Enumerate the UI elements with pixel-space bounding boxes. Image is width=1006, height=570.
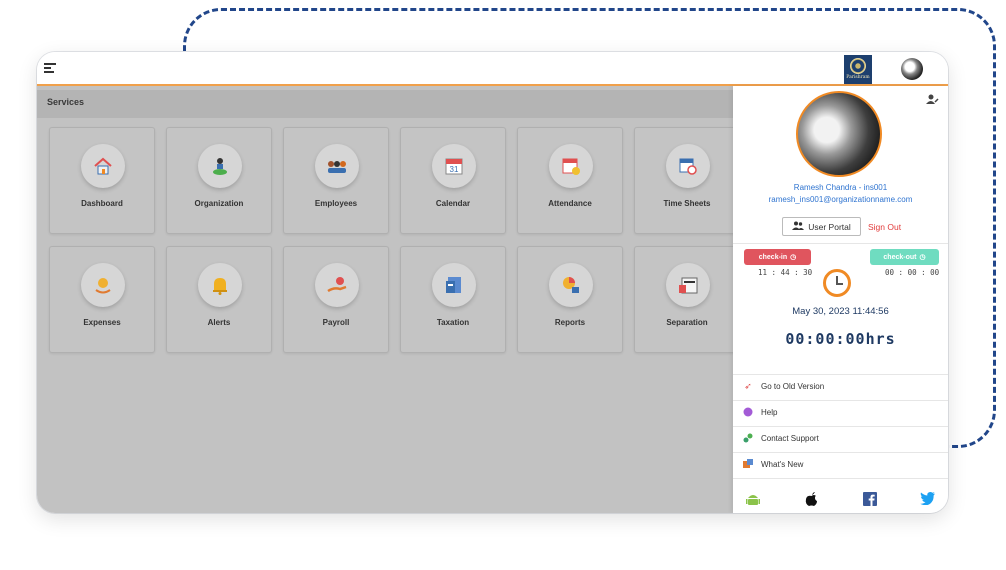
- tile-taxation[interactable]: Taxation: [400, 246, 506, 353]
- reports-icon: [549, 263, 593, 307]
- tile-time-sheets[interactable]: Time Sheets: [634, 127, 740, 234]
- menu-item-contact-support[interactable]: Contact Support: [743, 427, 943, 449]
- divider: [733, 243, 948, 244]
- tile-payroll[interactable]: Payroll: [283, 246, 389, 353]
- tile-label: Reports: [554, 318, 586, 327]
- tile-reports[interactable]: Reports: [517, 246, 623, 353]
- tile-separation[interactable]: Separation: [634, 246, 740, 353]
- worked-hours: 00:00:00hrs: [785, 330, 896, 348]
- menu-item-label: What's New: [761, 459, 804, 469]
- brand-logo: Parishram: [844, 55, 872, 84]
- tile-label: Taxation: [436, 318, 470, 327]
- edit-user-icon[interactable]: [926, 94, 939, 108]
- tile-label: Organization: [194, 199, 244, 208]
- brand-text: Parishram: [846, 75, 870, 80]
- users-icon: [792, 221, 805, 232]
- user-portal-label: User Portal: [808, 221, 851, 232]
- clock-small-icon: ◷: [919, 254, 926, 261]
- clock-small-icon: ◷: [790, 254, 797, 261]
- organization-icon: [198, 144, 242, 188]
- taxation-icon: [432, 263, 476, 307]
- check-in-time: 11 : 44 : 30: [758, 268, 813, 277]
- brand-emblem-icon: [850, 58, 866, 74]
- tile-label: Alerts: [207, 318, 231, 327]
- support-icon: [743, 433, 753, 443]
- tile-label: Time Sheets: [663, 199, 711, 208]
- twitter-icon[interactable]: [920, 491, 935, 509]
- android-icon[interactable]: [746, 492, 760, 511]
- check-in-label: check-in: [758, 253, 788, 261]
- tile-dashboard[interactable]: Dashboard: [49, 127, 155, 234]
- timesheet-icon: [666, 144, 710, 188]
- menu-item-help[interactable]: Help: [743, 401, 943, 423]
- expenses-icon: [81, 263, 125, 307]
- tile-employees[interactable]: Employees: [283, 127, 389, 234]
- check-out-button[interactable]: check-out ◷: [870, 249, 939, 265]
- tile-label: Payroll: [322, 318, 350, 327]
- avatar[interactable]: [901, 58, 923, 80]
- clock-icon: [823, 269, 851, 297]
- tile-label: Separation: [666, 318, 708, 327]
- profile-name: Ramesh Chandra - ins001: [793, 183, 888, 192]
- menu-item-label: Contact Support: [761, 433, 819, 443]
- tile-alerts[interactable]: Alerts: [166, 246, 272, 353]
- profile-photo: [796, 91, 882, 177]
- apple-icon[interactable]: [805, 492, 818, 511]
- tile-organization[interactable]: Organization: [166, 127, 272, 234]
- divider: [733, 478, 948, 479]
- user-portal-button[interactable]: User Portal: [782, 217, 861, 236]
- tile-label: Expenses: [83, 318, 121, 327]
- tile-label: Calendar: [435, 199, 471, 208]
- tile-expenses[interactable]: Expenses: [49, 246, 155, 353]
- check-in-button[interactable]: check-in ◷: [744, 249, 811, 265]
- attendance-icon: [549, 144, 593, 188]
- current-date-time: May 30, 2023 11:44:56: [792, 306, 889, 317]
- check-out-label: check-out: [883, 253, 917, 261]
- menu-item-whats-new[interactable]: What's New: [743, 453, 943, 475]
- services-area: Services Dashboard Organization Employee…: [37, 86, 740, 513]
- bell-icon: [198, 263, 242, 307]
- page-title: Services: [47, 97, 85, 107]
- tile-label: Dashboard: [81, 199, 123, 208]
- calendar-icon: 31: [432, 144, 476, 188]
- hamburger-menu-icon[interactable]: [44, 63, 56, 74]
- menu-item-label: Help: [761, 407, 778, 417]
- facebook-icon[interactable]: [863, 492, 877, 510]
- employees-icon: [315, 144, 359, 188]
- check-out-time: 00 : 00 : 00: [885, 268, 940, 277]
- top-bar: Parishram: [37, 52, 948, 86]
- notice-icon: [666, 263, 710, 307]
- help-icon: [743, 407, 753, 417]
- profile-panel: Ramesh Chandra - ins001 ramesh_ins001@or…: [733, 86, 948, 513]
- svg-text:31: 31: [450, 165, 459, 174]
- whats-new-icon: [743, 459, 753, 469]
- tile-label: Employees: [314, 199, 358, 208]
- payroll-icon: [315, 263, 359, 307]
- menu-item-label: Go to Old Version: [761, 381, 825, 391]
- tile-attendance[interactable]: Attendance: [517, 127, 623, 234]
- app-window: Parishram Services Dashboard Organizatio…: [37, 52, 948, 513]
- tile-label: Attendance: [548, 199, 592, 208]
- house-icon: [81, 144, 125, 188]
- profile-email: ramesh_ins001@organizationname.com: [768, 195, 913, 204]
- services-header: Services: [37, 90, 733, 118]
- sign-out-link[interactable]: Sign Out: [868, 222, 901, 232]
- menu-item-old-version[interactable]: ➶ Go to Old Version: [743, 375, 943, 397]
- tile-calendar[interactable]: 31 Calendar: [400, 127, 506, 234]
- rocket-icon: ➶: [744, 381, 752, 391]
